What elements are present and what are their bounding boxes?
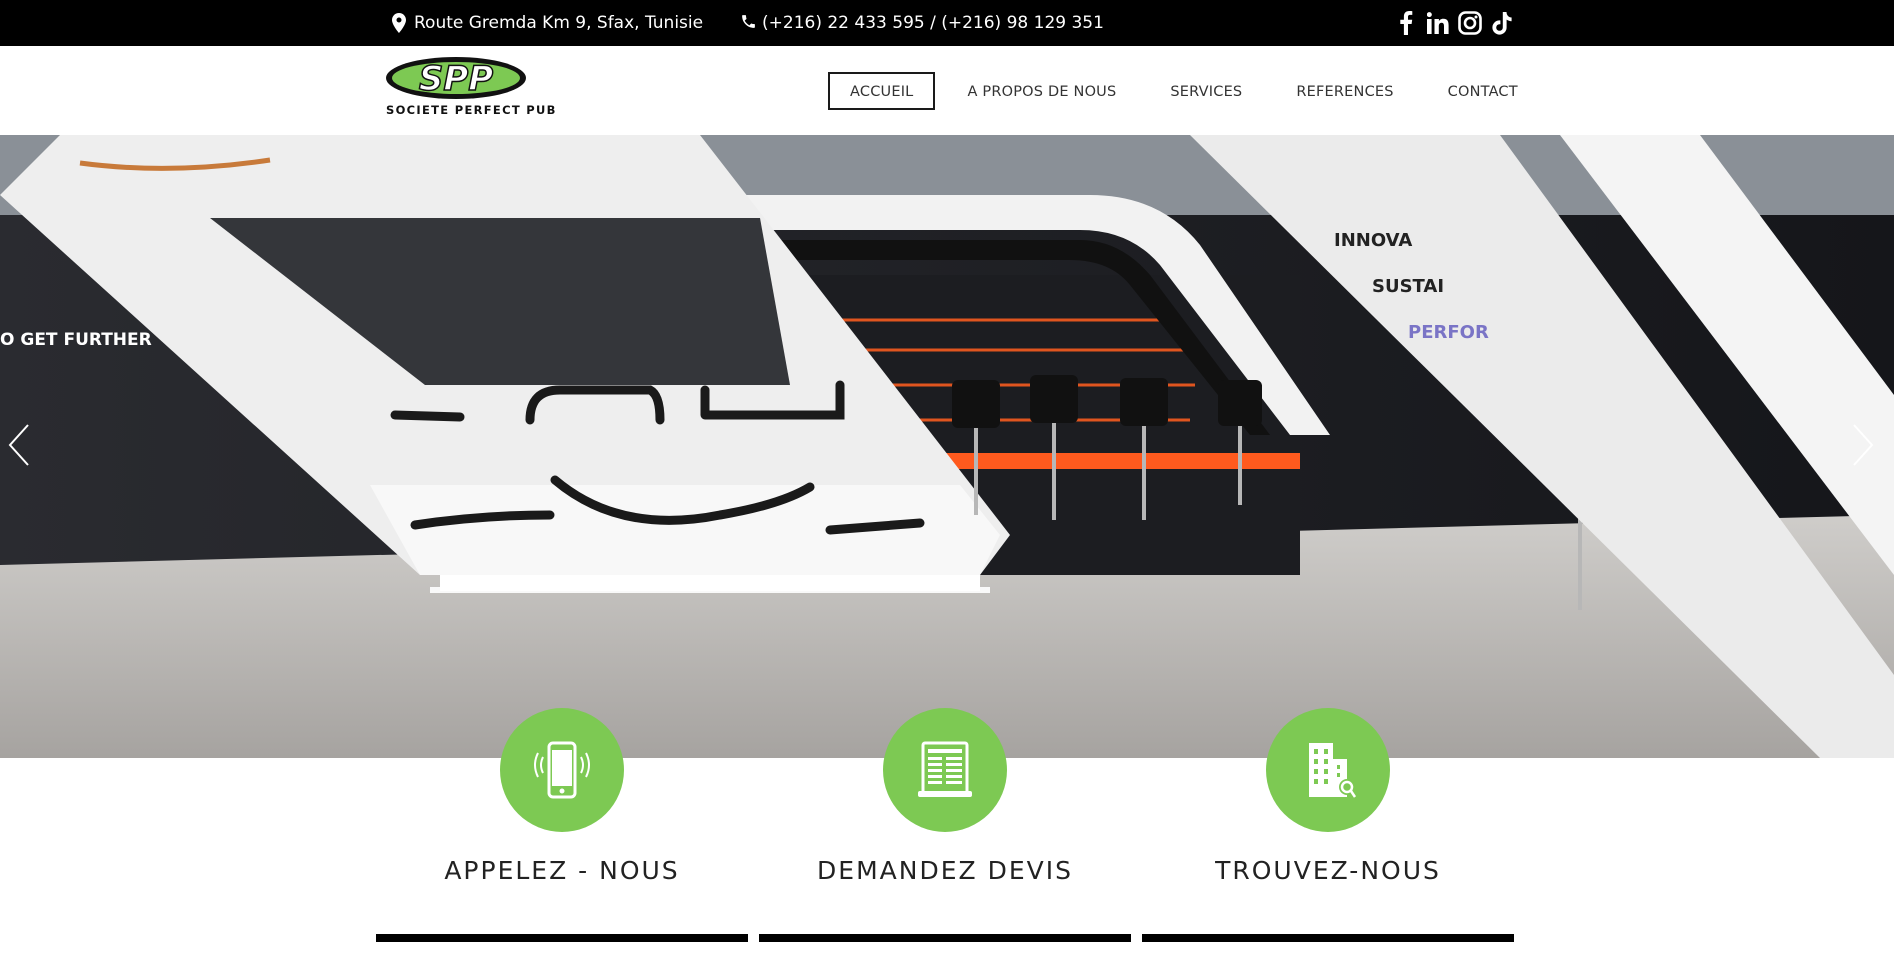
phone-info[interactable]: (+216) 22 433 595 / (+216) 98 129 351	[740, 0, 1104, 46]
nav-services[interactable]: SERVICES	[1148, 72, 1264, 110]
chevron-left-icon	[8, 424, 29, 466]
feature-call-circle[interactable]	[500, 708, 624, 832]
feature-divider	[1142, 934, 1514, 942]
address-text: Route Gremda Km 9, Sfax, Tunisie	[414, 13, 704, 33]
phone-text: (+216) 22 433 595 / (+216) 98 129 351	[762, 13, 1104, 33]
hero-image: O GET FURTHER INNOVA SUSTAI PERFOR	[0, 135, 1894, 758]
feature-find-label: TROUVEZ-NOUS	[1215, 856, 1441, 885]
main-nav: ACCUEIL A PROPOS DE NOUS SERVICES REFERE…	[828, 72, 1550, 110]
slide-text-further: O GET FURTHER	[0, 330, 152, 350]
feature-call[interactable]: APPELEZ - NOUS	[376, 708, 748, 942]
slide-text-innova: INNOVA	[1334, 230, 1412, 251]
social-links	[1394, 0, 1514, 46]
chevron-right-icon	[1853, 424, 1874, 466]
feature-divider	[376, 934, 748, 942]
feature-quote-label: DEMANDEZ DEVIS	[817, 856, 1073, 885]
slider-prev-arrow[interactable]	[2, 415, 42, 475]
top-bar: Route Gremda Km 9, Sfax, Tunisie (+216) …	[0, 0, 1894, 46]
map-pin-icon	[392, 13, 408, 33]
phone-icon	[740, 13, 756, 33]
smartphone-icon	[534, 741, 590, 799]
quote-document-icon	[918, 741, 972, 797]
feature-call-label: APPELEZ - NOUS	[444, 856, 680, 885]
feature-find-circle[interactable]	[1266, 708, 1390, 832]
feature-quote[interactable]: DEMANDEZ DEVIS	[759, 708, 1131, 942]
hero-slider: O GET FURTHER INNOVA SUSTAI PERFOR	[0, 135, 1894, 758]
logo[interactable]: SPP SOCIETE PERFECT PUB	[386, 57, 557, 123]
brand-name: SOCIETE PERFECT PUB	[386, 103, 557, 117]
feature-divider	[759, 934, 1131, 942]
instagram-icon[interactable]	[1458, 11, 1482, 35]
feature-quote-circle[interactable]	[883, 708, 1007, 832]
logo-mark: SPP	[386, 57, 526, 100]
slide-text-sustai: SUSTAI	[1372, 276, 1444, 297]
facebook-icon[interactable]	[1394, 11, 1418, 35]
nav-accueil[interactable]: ACCUEIL	[828, 72, 936, 110]
slider-next-arrow[interactable]	[1840, 415, 1880, 475]
tiktok-icon[interactable]	[1490, 11, 1514, 35]
address-info: Route Gremda Km 9, Sfax, Tunisie	[392, 0, 703, 46]
nav-references[interactable]: REFERENCES	[1274, 72, 1415, 110]
site-header: SPP SOCIETE PERFECT PUB ACCUEIL A PROPOS…	[0, 46, 1894, 135]
nav-contact[interactable]: CONTACT	[1426, 72, 1540, 110]
linkedin-icon[interactable]	[1426, 11, 1450, 35]
logo-letters: SPP	[419, 59, 493, 99]
nav-a-propos[interactable]: A PROPOS DE NOUS	[945, 72, 1138, 110]
building-location-icon	[1309, 743, 1357, 798]
feature-find[interactable]: TROUVEZ-NOUS	[1142, 708, 1514, 942]
slide-text-perfor: PERFOR	[1408, 322, 1489, 343]
